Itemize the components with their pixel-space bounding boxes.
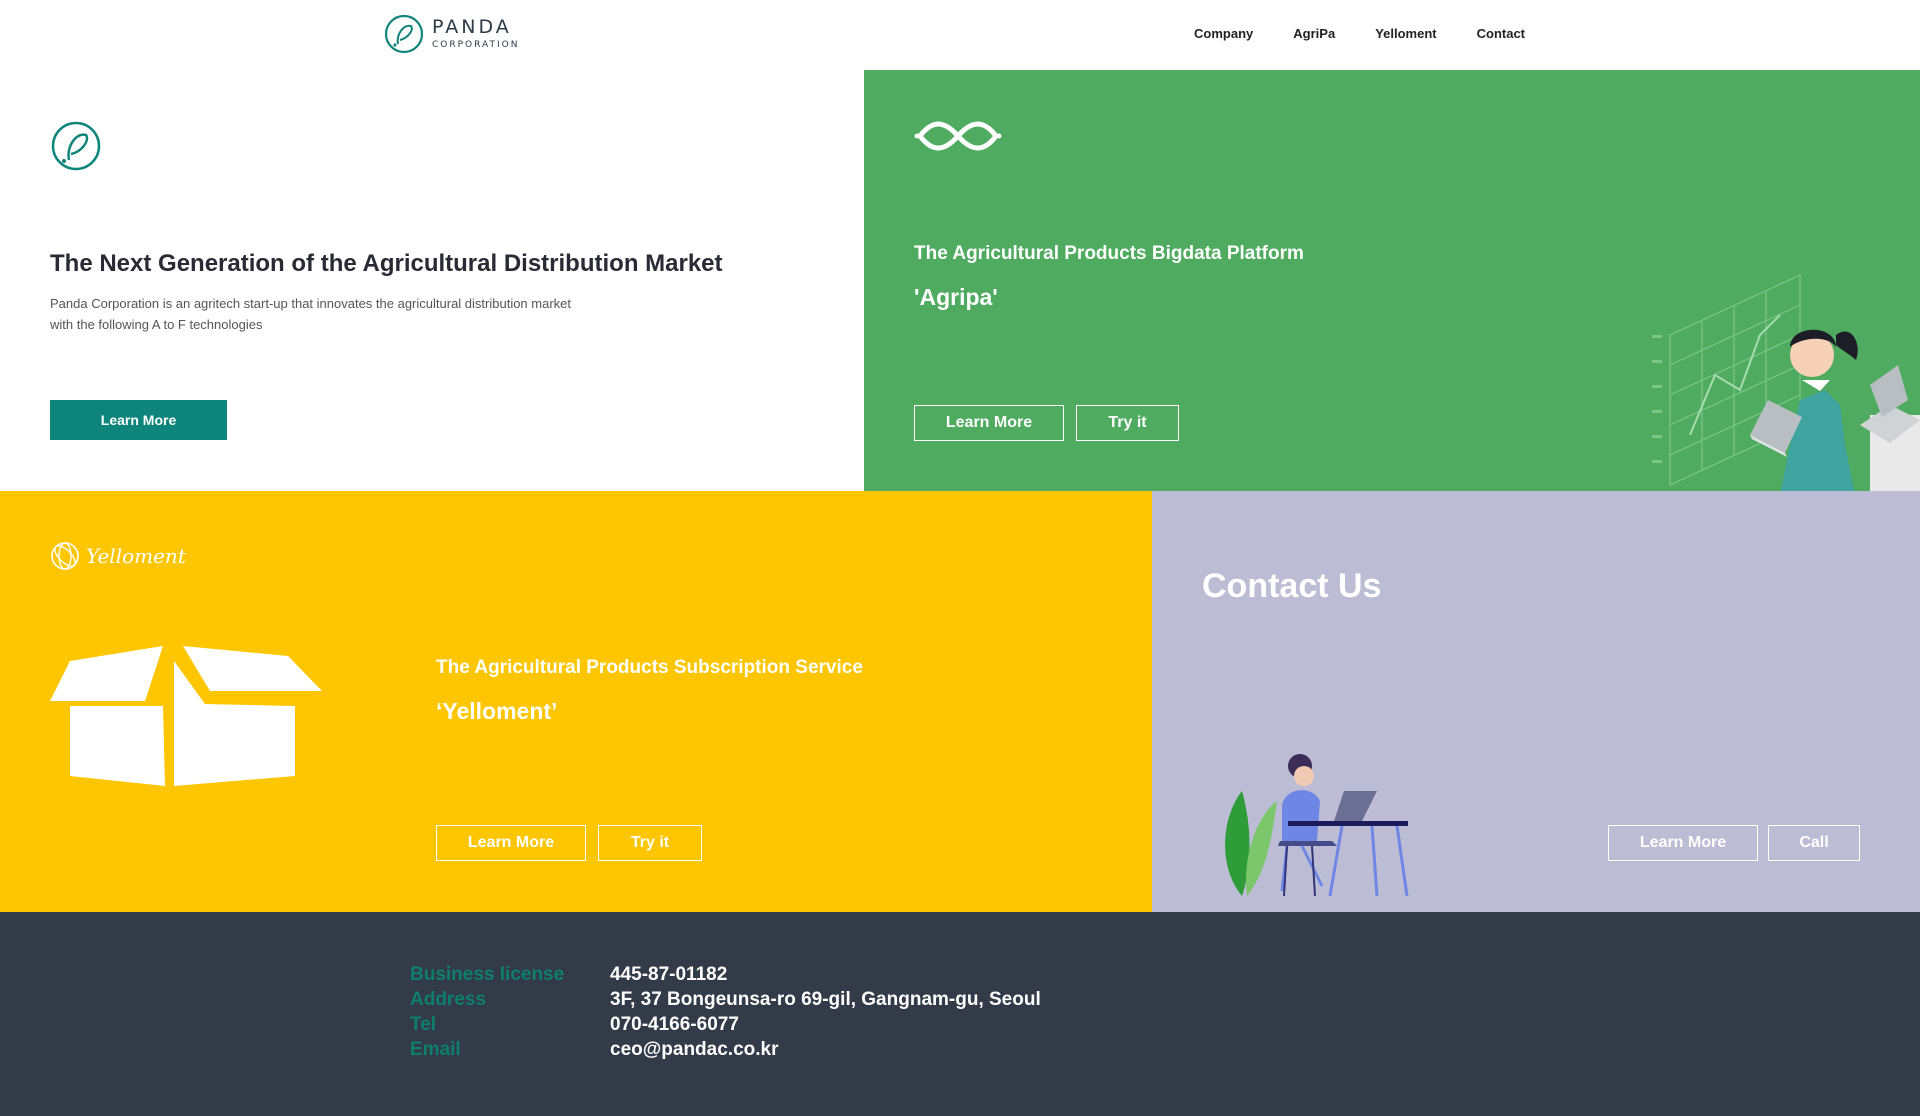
yelloment-name: ‘Yelloment’ bbox=[436, 698, 558, 724]
yelloment-logo-icon bbox=[51, 542, 79, 570]
agripa-try-it-button[interactable]: Try it bbox=[1076, 405, 1179, 441]
hero-learn-more-button[interactable]: Learn More bbox=[50, 400, 227, 440]
yelloment-subtitle: The Agricultural Products Subscription S… bbox=[436, 657, 863, 678]
agripa-learn-more-button[interactable]: Learn More bbox=[914, 405, 1064, 441]
tel-value[interactable]: 070-4166-6077 bbox=[610, 1014, 1041, 1036]
address-value: 3F, 37 Bongeunsa-ro 69-gil, Gangnam-gu, … bbox=[610, 989, 1041, 1010]
nav-company[interactable]: Company bbox=[1194, 26, 1253, 41]
address-label: Address bbox=[410, 989, 487, 1010]
brand-name: PANDA bbox=[432, 16, 512, 38]
hero-section: The Next Generation of the Agricultural … bbox=[0, 70, 864, 491]
contact-title: Contact Us bbox=[1202, 567, 1382, 605]
panda-logo[interactable]: PANDA CORPORATION bbox=[384, 14, 519, 54]
nav-agripa[interactable]: AgriPa bbox=[1293, 26, 1335, 41]
box-icon bbox=[50, 646, 322, 786]
email-value[interactable]: ceo@pandac.co.kr bbox=[610, 1039, 1041, 1061]
nav-contact[interactable]: Contact bbox=[1477, 26, 1525, 41]
hero-desc-line1: Panda Corporation is an agritech start-u… bbox=[50, 296, 572, 311]
leaf-icon bbox=[51, 121, 101, 171]
company-info: Business license 445-87-01182 Address 3F… bbox=[410, 964, 1041, 1061]
yelloment-try-it-button[interactable]: Try it bbox=[598, 825, 702, 861]
contact-learn-more-button[interactable]: Learn More bbox=[1608, 825, 1758, 861]
tel-label: Tel bbox=[410, 1014, 437, 1035]
yelloment-logo: Yelloment bbox=[50, 541, 186, 571]
nav-yelloment[interactable]: Yelloment bbox=[1375, 26, 1436, 41]
agripa-name: 'Agripa' bbox=[914, 284, 998, 310]
hero-title: The Next Generation of the Agricultural … bbox=[50, 250, 723, 277]
business-license-label: Business license bbox=[410, 964, 565, 985]
analyst-illustration bbox=[1652, 274, 1920, 491]
business-license-value: 445-87-01182 bbox=[610, 964, 728, 985]
main-nav: Company AgriPa Yelloment Contact bbox=[1194, 26, 1525, 41]
yelloment-logo-text: Yelloment bbox=[86, 544, 186, 568]
hero-desc-line2: with the following A to F technologies bbox=[50, 317, 263, 332]
agripa-section: The Agricultural Products Bigdata Platfo… bbox=[864, 70, 1920, 491]
support-agent-illustration bbox=[1225, 754, 1409, 896]
site-header: PANDA CORPORATION Company AgriPa Yellome… bbox=[0, 0, 1920, 70]
email-label: Email bbox=[410, 1039, 461, 1060]
leaf-logo-icon bbox=[384, 14, 424, 54]
yelloment-section: Yelloment The Agricultural Products Subs… bbox=[0, 491, 1152, 912]
site-footer: Business license 445-87-01182 Address 3F… bbox=[0, 912, 1920, 1116]
brand-sub: CORPORATION bbox=[432, 40, 520, 50]
contact-section: Contact Us Learn More Call bbox=[1152, 491, 1920, 912]
agripa-subtitle: The Agricultural Products Bigdata Platfo… bbox=[914, 243, 1304, 264]
yelloment-learn-more-button[interactable]: Learn More bbox=[436, 825, 586, 861]
hero-description: Panda Corporation is an agritech start-u… bbox=[50, 293, 670, 335]
call-button[interactable]: Call bbox=[1768, 825, 1860, 861]
agripa-logo-icon bbox=[914, 121, 1002, 151]
